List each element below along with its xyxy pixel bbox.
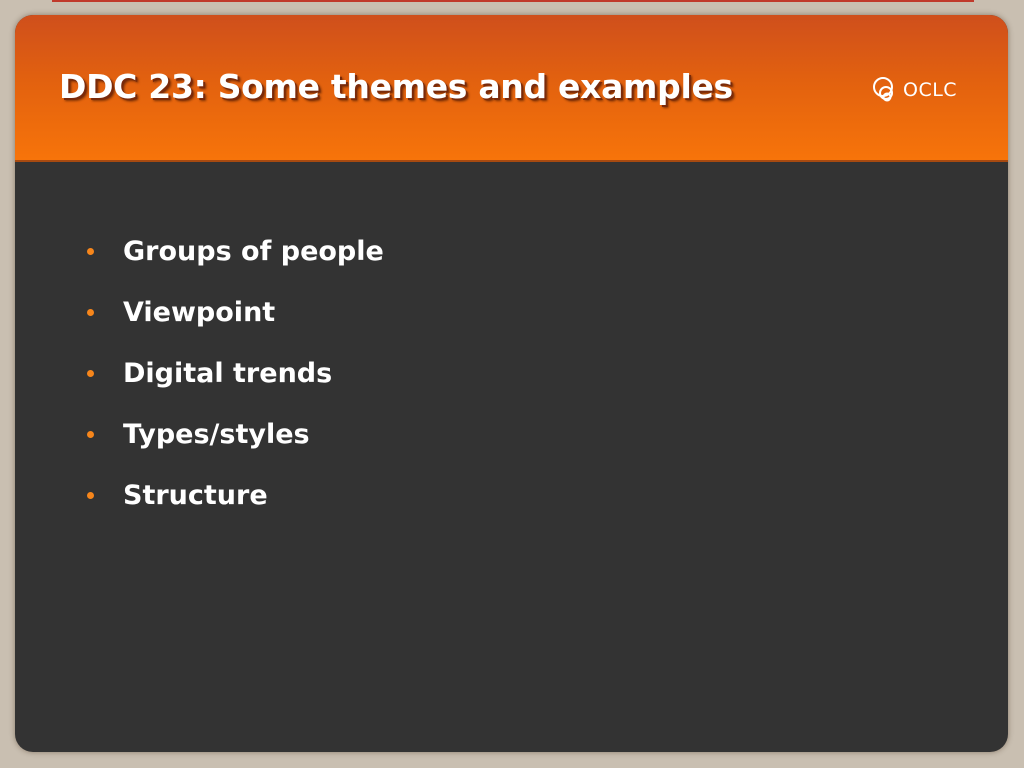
list-item: Structure: [83, 465, 384, 526]
bullet-icon: [87, 248, 94, 255]
bullet-text: Structure: [123, 480, 268, 511]
bullet-text: Types/styles: [123, 419, 310, 450]
list-item: Viewpoint: [83, 282, 384, 343]
bullet-icon: [87, 370, 94, 377]
bullet-icon: [87, 431, 94, 438]
slide-title: DDC 23: Some themes and examples: [59, 67, 733, 106]
oclc-logo-icon: [871, 73, 901, 107]
slide-header: DDC 23: Some themes and examples OCLC: [15, 15, 1008, 162]
bullet-text: Groups of people: [123, 236, 384, 267]
list-item: Types/styles: [83, 404, 384, 465]
bullet-icon: [87, 492, 94, 499]
bullet-list: Groups of people Viewpoint Digital trend…: [83, 221, 384, 526]
oclc-logo: OCLC: [871, 73, 957, 107]
top-accent-line: [52, 0, 974, 2]
bullet-icon: [87, 309, 94, 316]
bullet-text: Digital trends: [123, 358, 333, 389]
list-item: Groups of people: [83, 221, 384, 282]
slide: DDC 23: Some themes and examples OCLC Gr…: [15, 15, 1008, 752]
bullet-text: Viewpoint: [123, 297, 276, 328]
list-item: Digital trends: [83, 343, 384, 404]
oclc-logo-text: OCLC: [903, 79, 958, 101]
